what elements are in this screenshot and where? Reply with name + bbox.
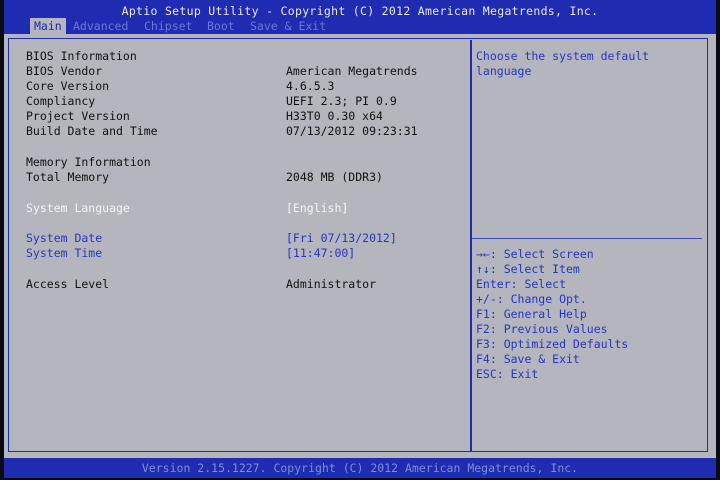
key-hint-general-help: F1: General Help bbox=[476, 307, 587, 321]
key-hint-optimized-defaults: F3: Optimized Defaults bbox=[476, 337, 629, 351]
system-time-label[interactable]: System Time bbox=[26, 246, 102, 261]
bios-vendor-label: BIOS Vendor bbox=[26, 64, 103, 78]
memory-info-heading: Memory Information bbox=[26, 155, 151, 169]
footer-version: Version 2.15.1227. Copyright (C) 2012 Am… bbox=[4, 458, 716, 478]
tab-advanced[interactable]: Advanced bbox=[73, 18, 128, 34]
key-hint-escape: ESC: Exit bbox=[476, 367, 539, 381]
help-description-line-2: language bbox=[476, 64, 532, 78]
bios-screen: Aptio Setup Utility - Copyright (C) 2012… bbox=[4, 0, 716, 478]
total-memory-value: 2048 MB (DDR3) bbox=[286, 170, 383, 184]
project-version-label: Project Version bbox=[26, 109, 130, 123]
project-version-value: H33T0 0.30 x64 bbox=[286, 109, 383, 123]
core-version-label: Core Version bbox=[26, 79, 110, 93]
tab-chipset[interactable]: Chipset bbox=[144, 18, 192, 34]
system-time-value[interactable]: [11:47:00] bbox=[286, 246, 355, 261]
build-date-label: Build Date and Time bbox=[26, 124, 158, 138]
key-hint-previous-values: F2: Previous Values bbox=[476, 322, 608, 336]
title-bar: Aptio Setup Utility - Copyright (C) 2012… bbox=[4, 0, 716, 18]
key-hint-change-opt: +/-: Change Opt. bbox=[476, 292, 587, 306]
tab-main[interactable]: Main bbox=[30, 18, 66, 34]
key-hint-enter: Enter: Select bbox=[476, 277, 567, 291]
key-hint-save-exit: F4: Save & Exit bbox=[476, 352, 580, 366]
panel-divider bbox=[470, 40, 472, 452]
bios-info-heading: BIOS Information bbox=[26, 49, 137, 63]
menu-tabs: Main Advanced Chipset Boot Save & Exit bbox=[4, 18, 716, 34]
tab-save-exit[interactable]: Save & Exit bbox=[250, 18, 326, 34]
access-level-value: Administrator bbox=[286, 277, 377, 291]
access-level-label: Access Level bbox=[26, 277, 110, 291]
compliancy-label: Compliancy bbox=[26, 94, 96, 108]
bios-vendor-value: American Megatrends bbox=[286, 64, 418, 78]
help-divider bbox=[472, 238, 702, 239]
total-memory-label: Total Memory bbox=[26, 170, 110, 184]
tab-boot[interactable]: Boot bbox=[207, 18, 235, 34]
help-description-line-1: Choose the system default bbox=[476, 49, 650, 63]
system-date-label[interactable]: System Date bbox=[26, 231, 102, 246]
key-hint-select-item: ↑↓: Select Item bbox=[476, 262, 580, 276]
key-hint-select-screen: →←: Select Screen bbox=[476, 247, 594, 261]
system-date-value[interactable]: [Fri 07/13/2012] bbox=[286, 231, 397, 246]
system-language-label[interactable]: System Language bbox=[26, 201, 130, 216]
compliancy-value: UEFI 2.3; PI 0.9 bbox=[286, 94, 397, 108]
system-language-value[interactable]: [English] bbox=[286, 201, 348, 216]
core-version-value: 4.6.5.3 bbox=[286, 79, 335, 93]
build-date-value: 07/13/2012 09:23:31 bbox=[286, 124, 418, 138]
